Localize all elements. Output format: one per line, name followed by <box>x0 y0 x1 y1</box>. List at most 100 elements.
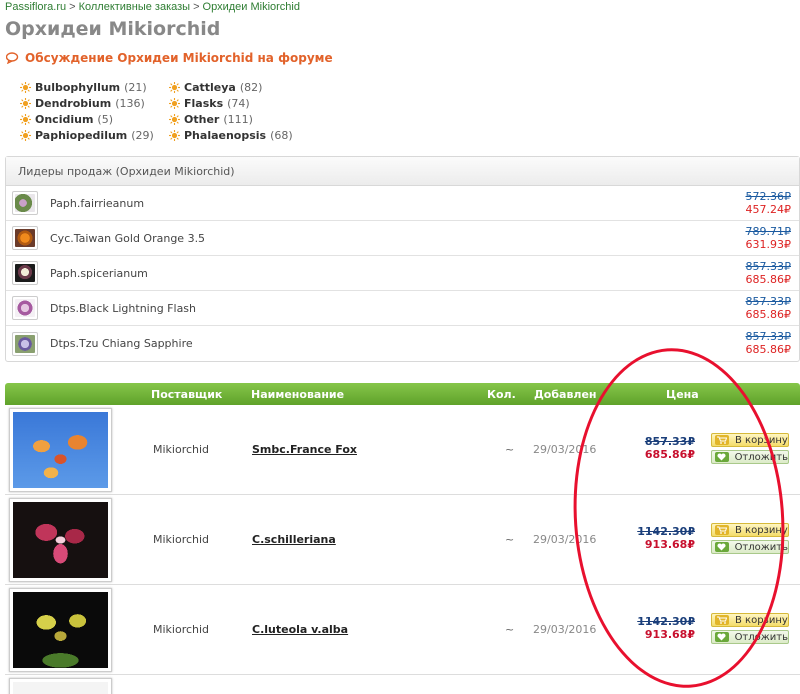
cart-icon <box>715 615 729 625</box>
sun-bullet-icon <box>169 113 180 125</box>
breadcrumb-group-orders-link[interactable]: Коллективные заказы <box>79 1 191 13</box>
product-thumbnail[interactable] <box>12 296 38 320</box>
product-name-link[interactable]: Smbc.France Fox <box>252 443 357 456</box>
old-price: 789.71₽ <box>745 225 792 238</box>
category-item[interactable]: Other (111) <box>169 111 329 127</box>
product-name-link[interactable]: C.luteola v.alba <box>252 623 348 636</box>
save-for-later-button[interactable]: Отложить <box>711 540 789 554</box>
product-thumbnail[interactable] <box>12 191 38 215</box>
product-prices: 857.33₽ 685.86₽ <box>645 435 695 461</box>
bestseller-name[interactable]: Paph.spicerianum <box>50 267 148 280</box>
bestseller-row[interactable]: Paph.fairrieanum 572.36₽ 457.24₽ <box>6 186 799 221</box>
bestseller-prices: 857.33₽ 685.86₽ <box>746 295 792 321</box>
old-price: 857.33₽ <box>745 260 792 273</box>
column-header-added[interactable]: Добавлен <box>534 388 597 401</box>
bestseller-row[interactable]: Paph.spicerianum 857.33₽ 685.86₽ <box>6 256 799 291</box>
new-price: 685.86₽ <box>745 308 792 321</box>
category-name: Flasks <box>184 96 224 110</box>
sun-bullet-icon <box>169 129 180 141</box>
save-for-later-label: Отложить <box>734 541 788 553</box>
add-to-cart-label: В корзину <box>735 524 788 536</box>
category-count: (136) <box>115 96 145 110</box>
breadcrumb-current-link[interactable]: Орхидеи Mikiorchid <box>203 1 300 13</box>
add-to-cart-button[interactable]: В корзину <box>711 523 789 537</box>
category-item[interactable]: Bulbophyllum (21) <box>20 79 169 95</box>
add-to-cart-button[interactable]: В корзину <box>711 433 789 447</box>
column-header-name[interactable]: Наименование <box>251 388 344 401</box>
category-item[interactable]: Flasks (74) <box>169 95 329 111</box>
product-row: Mikiorchid C.luteola v.alba ~ 29/03/2016… <box>5 585 800 675</box>
heart-icon <box>715 452 729 462</box>
bestseller-name[interactable]: Cyc.Taiwan Gold Orange 3.5 <box>50 232 205 245</box>
cart-icon <box>715 435 729 445</box>
bestseller-prices: 789.71₽ 631.93₽ <box>746 225 792 251</box>
save-for-later-button[interactable]: Отложить <box>711 630 789 644</box>
new-price: 685.86₽ <box>745 273 792 286</box>
category-count: (5) <box>97 112 114 126</box>
sun-bullet-icon <box>169 97 180 109</box>
product-image[interactable] <box>9 408 112 492</box>
breadcrumb-home-link[interactable]: Passiflora.ru <box>5 1 66 13</box>
category-name: Bulbophyllum <box>35 80 121 94</box>
breadcrumb: Passiflora.ru > Коллективные заказы > Орхиде… <box>5 1 300 13</box>
add-to-cart-button[interactable]: В корзину <box>711 613 789 627</box>
old-price: 857.33₽ <box>644 435 695 448</box>
product-thumbnail[interactable] <box>12 261 38 285</box>
old-price: 572.36₽ <box>745 190 792 203</box>
category-item[interactable]: Cattleya (82) <box>169 79 329 95</box>
save-for-later-label: Отложить <box>734 631 788 643</box>
bestseller-row[interactable]: Cyc.Taiwan Gold Orange 3.5 789.71₽ 631.93… <box>6 221 799 256</box>
breadcrumb-separator: > <box>69 1 76 13</box>
bestseller-prices: 572.36₽ 457.24₽ <box>746 190 792 216</box>
product-prices: 1142.30₽ 913.68₽ <box>637 525 695 551</box>
category-name: Dendrobium <box>35 96 112 110</box>
add-to-cart-label: В корзину <box>735 614 788 626</box>
category-name: Oncidium <box>35 112 94 126</box>
bestseller-prices: 857.33₽ 685.86₽ <box>746 260 792 286</box>
category-item[interactable]: Dendrobium (136) <box>20 95 169 111</box>
bestseller-row[interactable]: Dtps.Tzu Chiang Sapphire 857.33₽ 685.86₽ <box>6 326 799 361</box>
bestseller-name[interactable]: Paph.fairrieanum <box>50 197 144 210</box>
bestseller-name[interactable]: Dtps.Black Lightning Flash <box>50 302 196 315</box>
sun-bullet-icon <box>20 113 31 125</box>
category-item[interactable]: Oncidium (5) <box>20 111 169 127</box>
sun-bullet-icon <box>20 129 31 141</box>
product-row-partial <box>5 675 800 694</box>
product-actions: В корзину Отложить <box>711 433 789 467</box>
category-item[interactable]: Paphiopedilum (29) <box>20 127 169 143</box>
new-price: 913.68₽ <box>644 538 695 551</box>
new-price: 685.86₽ <box>644 448 695 461</box>
column-header-qty[interactable]: Кол. <box>487 388 516 401</box>
bestseller-name[interactable]: Dtps.Tzu Chiang Sapphire <box>50 337 193 350</box>
heart-icon <box>715 542 729 552</box>
product-thumbnail[interactable] <box>12 226 38 250</box>
breadcrumb-separator: > <box>193 1 200 13</box>
category-item[interactable]: Phalaenopsis (68) <box>169 127 329 143</box>
sun-bullet-icon <box>169 81 180 93</box>
new-price: 631.93₽ <box>745 238 792 251</box>
product-supplier: Mikiorchid <box>153 533 210 546</box>
heart-icon <box>715 632 729 642</box>
product-thumbnail[interactable] <box>12 331 38 356</box>
category-name: Phalaenopsis <box>184 128 267 142</box>
product-image[interactable] <box>9 678 112 694</box>
category-count: (21) <box>124 80 147 94</box>
product-image[interactable] <box>9 588 112 672</box>
forum-link-label: Обсуждение Орхидеи Mikiorchid на форуме <box>25 51 333 65</box>
product-table-header: Поставщик Наименование Кол. Добавлен Цен… <box>5 383 800 405</box>
product-actions: В корзину Отложить <box>711 523 789 557</box>
product-name-link[interactable]: C.schilleriana <box>252 533 336 546</box>
column-header-price[interactable]: Цена <box>666 388 699 401</box>
bestseller-row[interactable]: Dtps.Black Lightning Flash 857.33₽ 685.86… <box>6 291 799 326</box>
bestsellers-title: Лидеры продаж (Орхидеи Mikiorchid) <box>6 157 799 186</box>
product-row: Mikiorchid Smbc.France Fox ~ 29/03/2016 … <box>5 405 800 495</box>
save-for-later-button[interactable]: Отложить <box>711 450 789 464</box>
bestsellers-panel: Лидеры продаж (Орхидеи Mikiorchid) Paph.… <box>5 156 800 362</box>
product-quantity: ~ <box>505 533 515 546</box>
product-image[interactable] <box>9 498 112 582</box>
forum-discussion-link[interactable]: Обсуждение Орхидеи Mikiorchid на форуме <box>6 51 333 65</box>
save-for-later-label: Отложить <box>734 451 788 463</box>
sun-bullet-icon <box>20 97 31 109</box>
column-header-supplier[interactable]: Поставщик <box>151 388 222 401</box>
new-price: 457.24₽ <box>745 203 792 216</box>
